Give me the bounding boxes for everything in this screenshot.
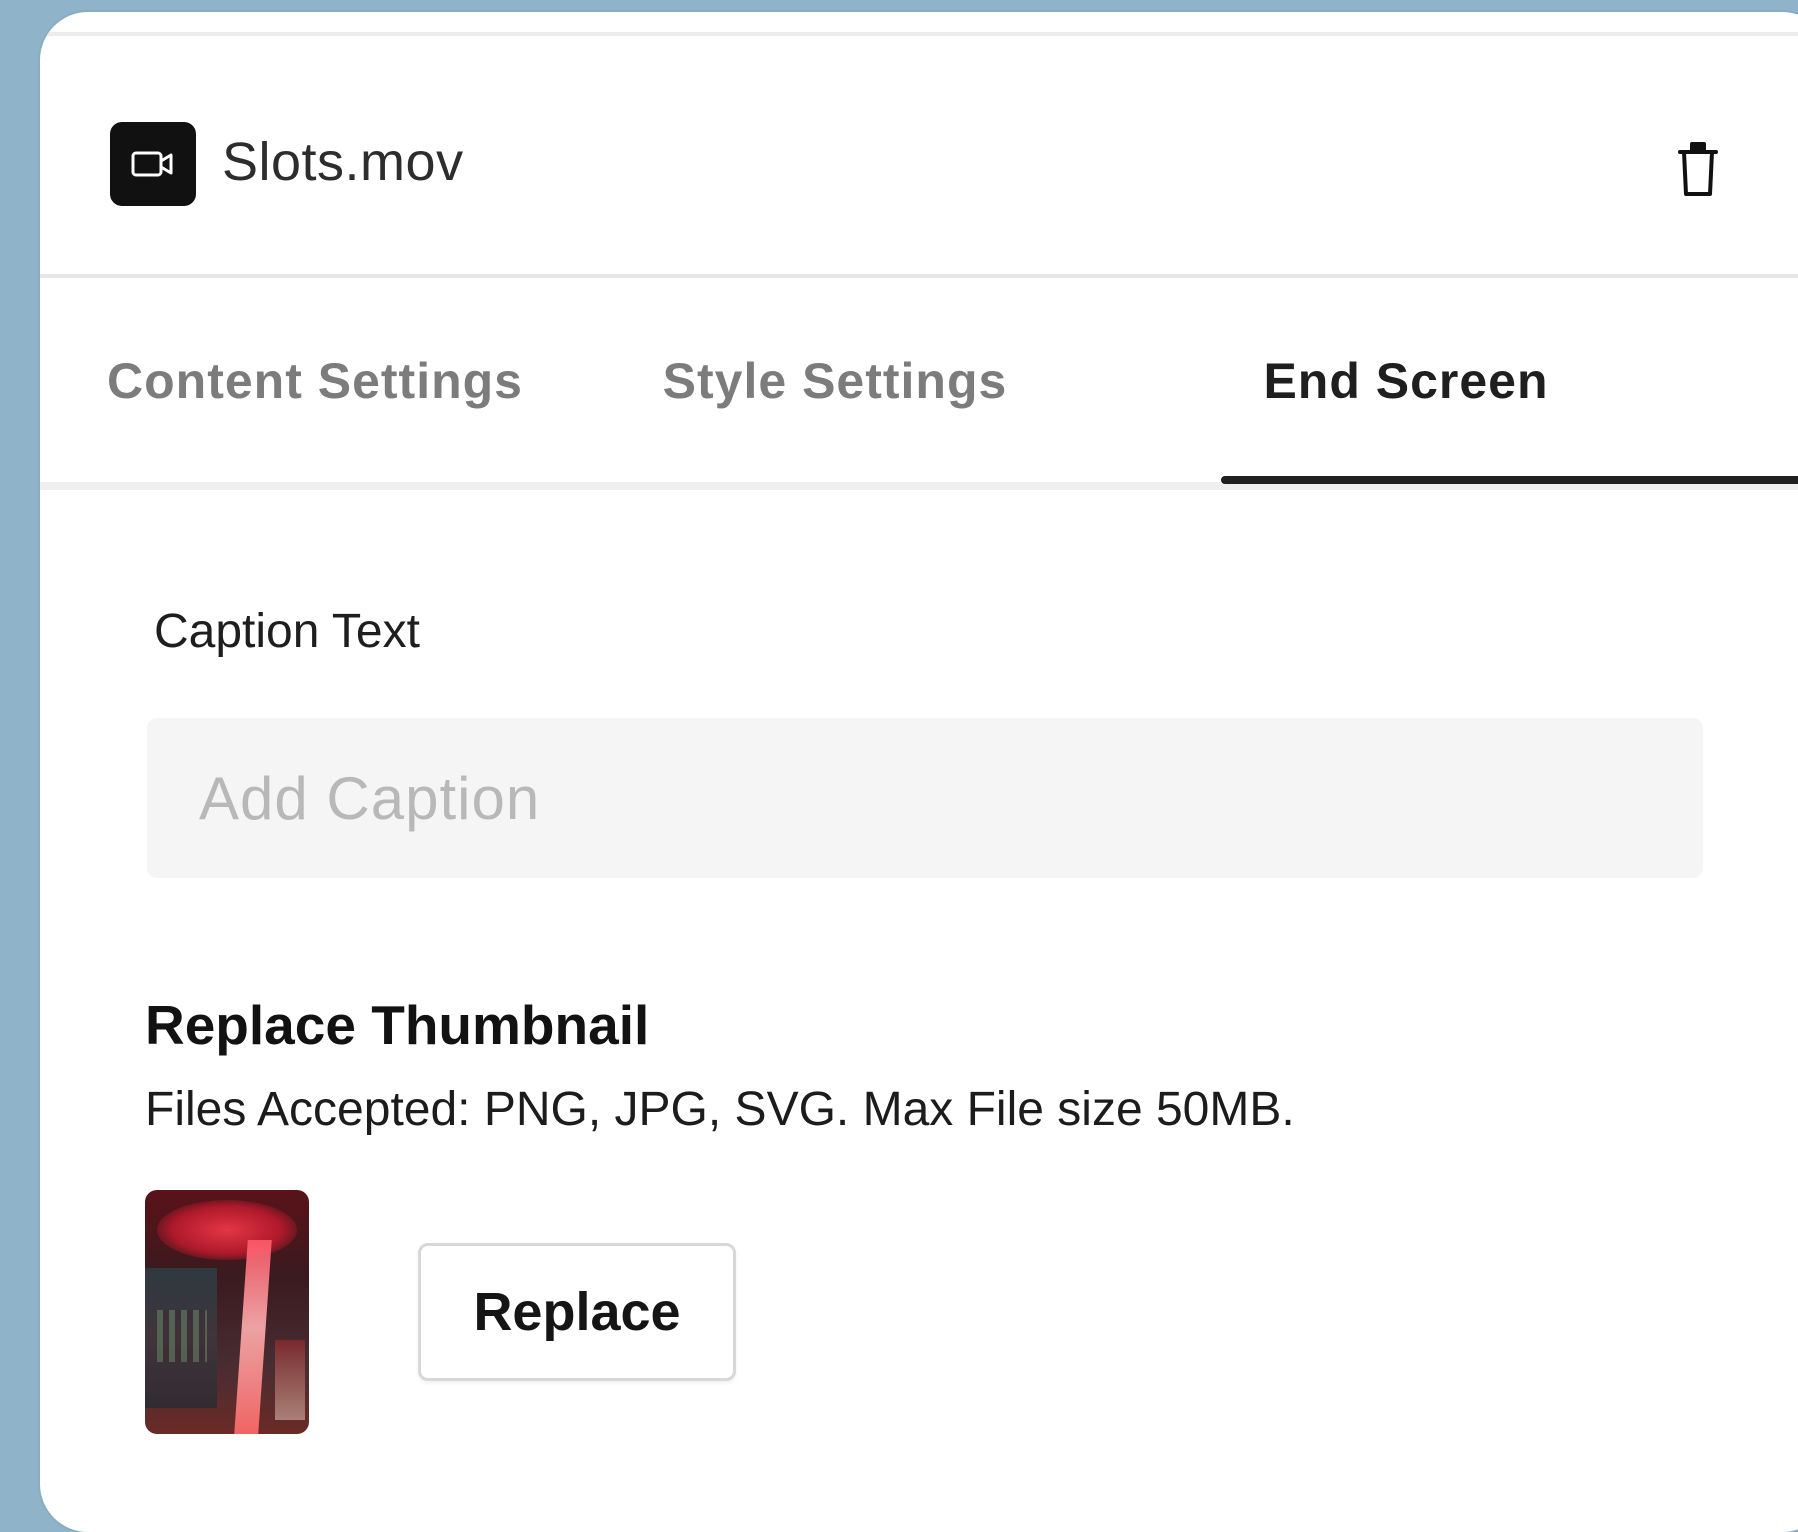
trash-icon — [1678, 142, 1718, 196]
caption-input[interactable] — [147, 718, 1703, 878]
tab-content-settings[interactable]: Content Settings — [90, 278, 540, 484]
editor-panel: Slots.mov Content Settings Style Setting… — [40, 12, 1798, 1532]
delete-button[interactable] — [1662, 128, 1734, 212]
file-requirements-note: Files Accepted: PNG, JPG, SVG. Max File … — [145, 1083, 1295, 1136]
caption-text-label: Caption Text — [154, 605, 420, 658]
thumbnail-preview — [145, 1190, 309, 1434]
panel-header: Slots.mov — [40, 36, 1798, 276]
tab-style-settings[interactable]: Style Settings — [640, 278, 1030, 484]
replace-thumbnail-heading: Replace Thumbnail — [145, 994, 650, 1056]
tab-bar: Content Settings Style Settings End Scre… — [40, 278, 1798, 490]
file-name: Slots.mov — [222, 132, 464, 192]
active-tab-indicator — [1221, 476, 1798, 484]
replace-button[interactable]: Replace — [418, 1243, 736, 1381]
video-camera-icon — [110, 122, 196, 206]
tab-end-screen[interactable]: End Screen — [1221, 278, 1591, 484]
